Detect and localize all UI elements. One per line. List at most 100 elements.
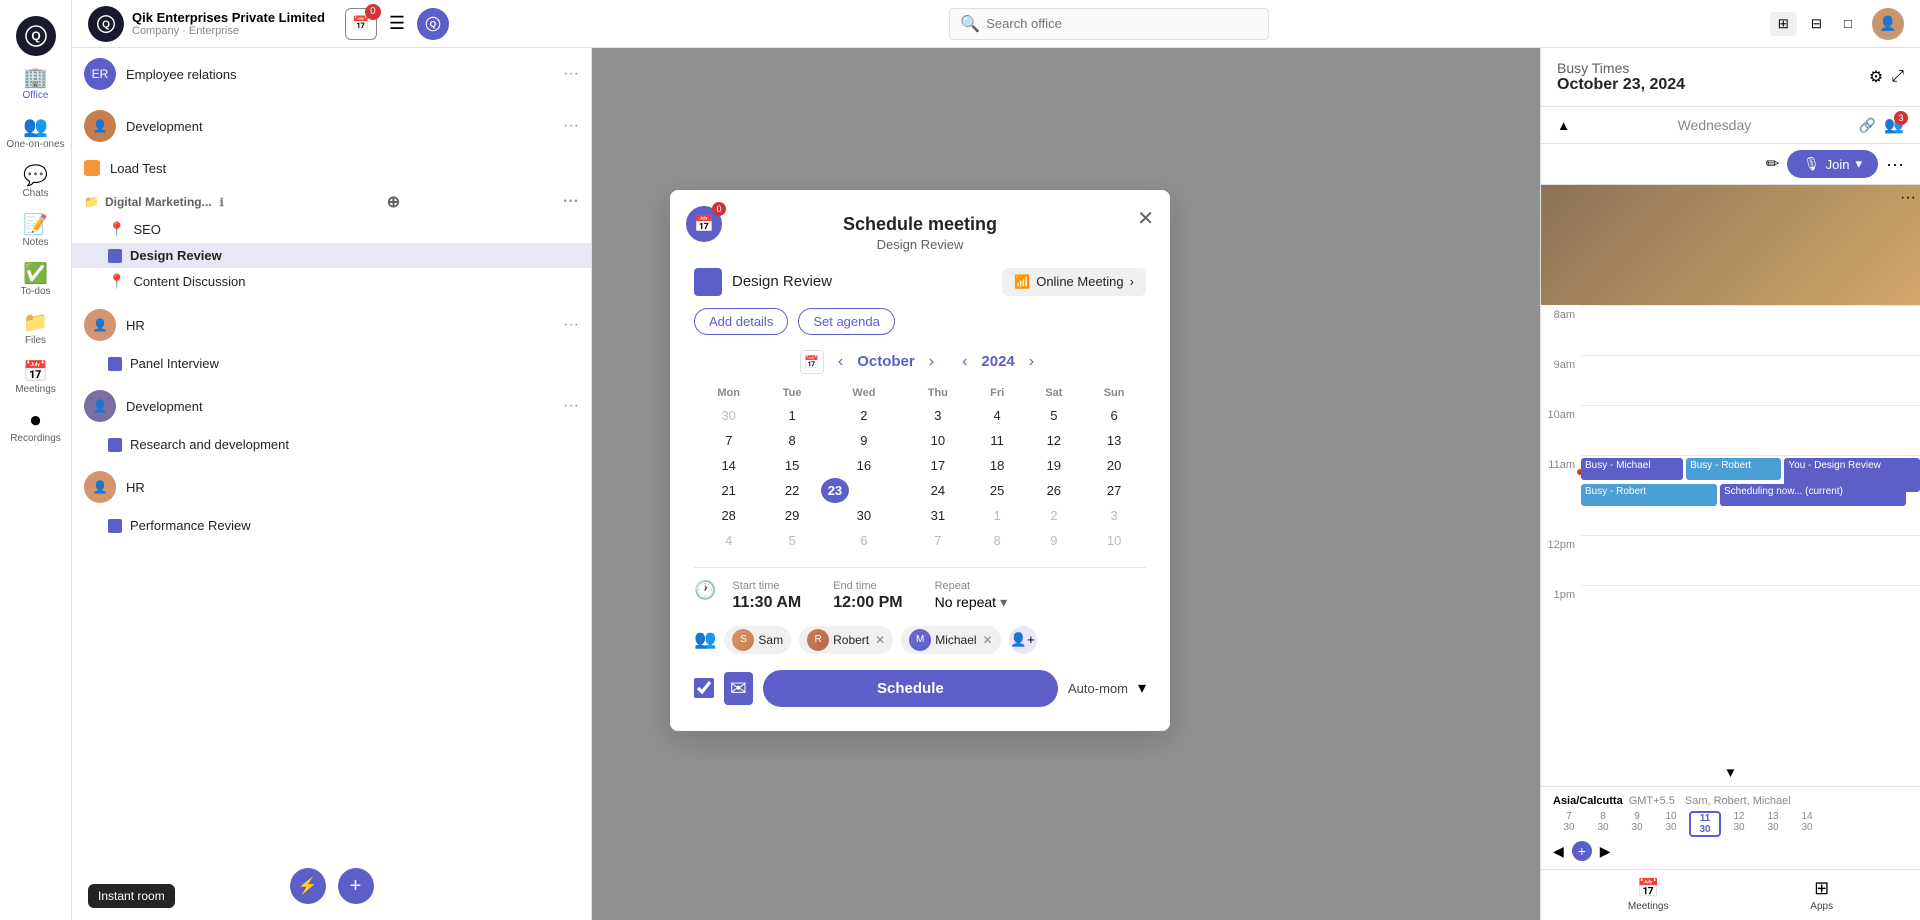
channel-employee-relations[interactable]: ER Employee relations ··· (72, 48, 591, 100)
calendar-day[interactable]: 11 (969, 428, 1026, 453)
split-view-button[interactable]: ⊟ (1803, 12, 1830, 36)
sidebar-item-chats[interactable]: 💬 Chats (0, 158, 71, 207)
meeting-type-button[interactable]: 📶 Online Meeting › (1002, 268, 1146, 296)
sidebar-item-todos[interactable]: ✅ To-dos (0, 256, 71, 305)
calendar-day[interactable]: 3 (907, 403, 969, 428)
channel-panel-interview[interactable]: Panel Interview (72, 351, 591, 376)
hamburger-icon[interactable]: ☰ (389, 13, 405, 34)
calendar-day[interactable]: 4 (694, 528, 763, 553)
calendar-day[interactable]: 3 (1082, 503, 1146, 528)
calendar-day[interactable]: 7 (694, 428, 763, 453)
calendar-day[interactable]: 30 (694, 403, 763, 428)
calendar-day[interactable]: 2 (821, 403, 907, 428)
calendar-day[interactable]: 25 (969, 478, 1026, 503)
calendar-day[interactable]: 28 (694, 503, 763, 528)
sidebar-item-notes[interactable]: 📝 Notes (0, 207, 71, 256)
channel-menu-icon[interactable]: ··· (563, 397, 579, 415)
calendar-day[interactable]: 22 (763, 478, 821, 503)
calendar-day[interactable]: 7 (907, 528, 969, 553)
apps-nav-item[interactable]: ⊞ Apps (1810, 878, 1833, 912)
calendar-day[interactable]: 8 (763, 428, 821, 453)
calendar-day[interactable]: 14 (694, 453, 763, 478)
calendar-day[interactable]: 15 (763, 453, 821, 478)
calendar-day[interactable]: 1 (763, 403, 821, 428)
thumbnail-more-icon[interactable]: ··· (1900, 189, 1916, 207)
calendar-day[interactable]: 24 (907, 478, 969, 503)
auto-dropdown-icon[interactable]: ▾ (1138, 678, 1146, 698)
next-year-button[interactable]: › (1023, 349, 1040, 375)
calendar-day[interactable]: 6 (821, 528, 907, 553)
sidebar-item-files[interactable]: 📁 Files (0, 305, 71, 354)
remove-robert-button[interactable]: ✕ (873, 633, 885, 647)
join-button[interactable]: 🎙 Join ▾ (1787, 150, 1878, 178)
schedule-button[interactable]: Schedule (763, 670, 1058, 707)
more-options-icon[interactable]: ··· (1886, 154, 1904, 175)
start-time-value[interactable]: 11:30 AM (732, 594, 801, 612)
prev-year-button[interactable]: ‹ (956, 349, 973, 375)
channel-hr-1[interactable]: 👤 HR ··· (72, 299, 591, 351)
add-details-button[interactable]: Add details (694, 308, 788, 335)
settings-button[interactable]: ⚙ (1869, 67, 1883, 87)
calendar-day[interactable]: 20 (1082, 453, 1146, 478)
search-box[interactable]: 🔍 (949, 8, 1269, 40)
channel-performance-review[interactable]: Performance Review (72, 513, 591, 538)
calendar-day[interactable]: 21 (694, 478, 763, 503)
channel-content-discussion[interactable]: 📍 Content Discussion (72, 268, 591, 295)
calendar-day[interactable]: 29 (763, 503, 821, 528)
grid-view-button[interactable]: ⊞ (1770, 12, 1797, 36)
calendar-day[interactable]: 23 (821, 478, 849, 503)
calendar-day[interactable]: 31 (907, 503, 969, 528)
calendar-day[interactable]: 13 (1082, 428, 1146, 453)
channel-development-2[interactable]: 👤 Development ··· (72, 380, 591, 432)
scroll-down-button[interactable]: ▼ (1549, 765, 1912, 780)
expand-button[interactable]: ⤢ (1891, 68, 1904, 86)
mini-cal-prev-button[interactable]: ◀ (1553, 843, 1564, 860)
sidebar-item-meetings[interactable]: 📅 Meetings (0, 354, 71, 403)
section-menu[interactable]: ··· (563, 193, 579, 211)
search-input[interactable] (986, 16, 1258, 31)
modal-close-button[interactable]: ✕ (1137, 206, 1154, 231)
calendar-day[interactable]: 10 (1082, 528, 1146, 553)
channel-hr-2[interactable]: 👤 HR (72, 461, 591, 513)
calendar-day[interactable]: 6 (1082, 403, 1146, 428)
channel-menu-icon[interactable]: ··· (563, 117, 579, 135)
add-button[interactable]: + (338, 868, 374, 904)
end-time-value[interactable]: 12:00 PM (833, 594, 902, 612)
remove-michael-button[interactable]: ✕ (981, 633, 993, 647)
section-digital-marketing[interactable]: 📁 Digital Marketing... ℹ ⊕ ··· (72, 184, 591, 216)
set-agenda-button[interactable]: Set agenda (798, 308, 895, 335)
channel-load-test[interactable]: Load Test (72, 152, 591, 184)
calendar-day[interactable]: 30 (821, 503, 907, 528)
user-avatar[interactable]: 👤 (1872, 8, 1904, 40)
calendar-day[interactable]: 12 (1025, 428, 1082, 453)
next-month-button[interactable]: › (923, 349, 940, 375)
add-time-slot-button[interactable]: + (1572, 841, 1592, 861)
calendar-day[interactable]: 9 (1025, 528, 1082, 553)
sidebar-item-office[interactable]: 🏢 Office (0, 60, 71, 109)
channel-seo[interactable]: 📍 SEO (72, 216, 591, 243)
mini-cal-next-button[interactable]: ▶ (1600, 843, 1611, 860)
calendar-day[interactable]: 19 (1025, 453, 1082, 478)
calendar-day[interactable]: 5 (1025, 403, 1082, 428)
add-channel-button[interactable]: ⊕ (387, 192, 400, 212)
repeat-select[interactable]: No repeat ▾ (935, 594, 1146, 611)
edit-button[interactable]: ✏ (1766, 154, 1779, 174)
meetings-nav-item[interactable]: 📅 Meetings (1628, 878, 1669, 912)
calendar-day[interactable]: 27 (1082, 478, 1146, 503)
app-icon-button[interactable]: Q (417, 8, 449, 40)
calendar-day[interactable]: 18 (969, 453, 1026, 478)
calendar-day[interactable]: 8 (969, 528, 1026, 553)
channel-research[interactable]: Research and development (72, 432, 591, 457)
lightning-button[interactable]: ⚡ (290, 868, 326, 904)
calendar-day[interactable]: 4 (969, 403, 1026, 428)
prev-month-button[interactable]: ‹ (832, 349, 849, 375)
scroll-up-button[interactable]: ▲ (1557, 118, 1570, 133)
channel-menu-icon[interactable]: ··· (563, 65, 579, 83)
schedule-checkbox[interactable] (694, 678, 714, 698)
calendar-day[interactable]: 17 (907, 453, 969, 478)
meeting-name-input[interactable] (732, 273, 992, 290)
calendar-day[interactable]: 10 (907, 428, 969, 453)
sidebar-item-one-on-ones[interactable]: 👥 One-on-ones (0, 109, 71, 158)
full-view-button[interactable]: □ (1836, 12, 1860, 36)
sidebar-item-recordings[interactable]: ⏺ Recordings (0, 403, 71, 452)
